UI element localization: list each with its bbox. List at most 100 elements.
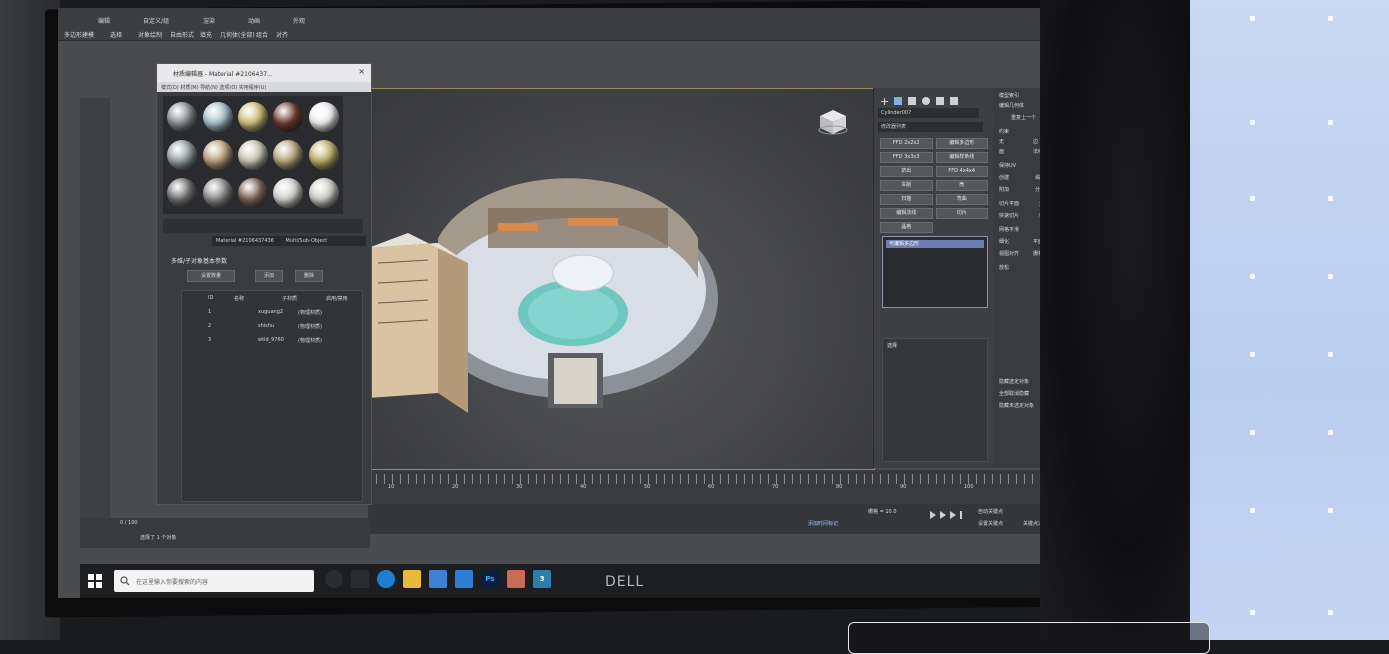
modifier-button[interactable]: FFD 2x2x2 (880, 138, 933, 149)
row-submaterial[interactable]: (物理材质) (298, 337, 322, 344)
panel-button[interactable]: 快速切片 (999, 212, 1019, 219)
panel-button[interactable]: 细化 (999, 238, 1009, 245)
panel-button[interactable]: 放松 (999, 264, 1009, 271)
modifier-button[interactable]: 编辑样条线 (935, 152, 988, 163)
modifier-button[interactable]: 车削 (880, 180, 933, 191)
table-row[interactable]: 2 shishu (物理材质) (186, 321, 356, 332)
material-toolbar[interactable] (163, 219, 363, 233)
material-slot[interactable] (202, 139, 233, 170)
viewcube-icon[interactable] (818, 108, 848, 136)
command-panel-tabs[interactable]: + (878, 92, 988, 108)
panel-button[interactable]: 网格平滑 (999, 226, 1019, 233)
file-explorer-icon[interactable] (403, 570, 421, 588)
radio-option[interactable]: 边 (1033, 138, 1038, 145)
material-slot[interactable] (308, 178, 339, 209)
timeline-ruler[interactable] (368, 474, 1068, 484)
material-slot[interactable] (308, 139, 339, 170)
photoshop-icon[interactable]: Ps (481, 570, 499, 588)
panel-button[interactable]: 全部取消隐藏 (999, 390, 1029, 397)
set-number-button[interactable]: 设置数量 (187, 270, 235, 282)
mail-icon[interactable] (455, 570, 473, 588)
ribbon-tab[interactable]: 选择 (110, 30, 122, 39)
material-slot[interactable] (237, 101, 268, 132)
panel-button[interactable]: 附加 (999, 186, 1009, 193)
modifier-button[interactable]: 编辑法线 (880, 208, 933, 219)
panel-button[interactable]: 切片平面 (999, 200, 1019, 207)
panel-button[interactable]: 隐藏选定对象 (999, 378, 1029, 385)
material-editor-menu[interactable]: 模式(D) 材质(M) 导航(N) 选项(O) 实用程序(U) (157, 82, 371, 92)
task-view-icon[interactable] (351, 570, 369, 588)
material-slot[interactable] (273, 178, 304, 209)
ribbon-tab[interactable]: 多边形建模 (64, 30, 94, 39)
set-key-button[interactable]: 设置关键点 (978, 520, 1003, 527)
modifier-button[interactable]: 弯曲 (935, 194, 988, 205)
playback-controls-icon[interactable] (928, 510, 968, 520)
store-icon[interactable] (429, 570, 447, 588)
app-icon[interactable] (507, 570, 525, 588)
material-slot[interactable] (167, 178, 198, 209)
modifier-list-dropdown[interactable]: 修改器列表 (878, 122, 983, 132)
material-slot[interactable] (167, 139, 198, 170)
panel-button[interactable]: 创建 (999, 174, 1009, 181)
radio-option[interactable]: 面 (999, 148, 1004, 155)
modifier-button[interactable]: 挤出 (880, 166, 933, 177)
panel-button[interactable]: 视图对齐 (999, 250, 1019, 257)
cortana-icon[interactable] (325, 570, 343, 588)
object-name-field[interactable]: Cylinder007 (878, 108, 979, 118)
rollout-title[interactable]: 选择 (887, 342, 897, 349)
menu-item[interactable]: 外观 (293, 16, 305, 25)
column-header: 名称 (234, 296, 245, 302)
menu-item[interactable]: 动画 (248, 16, 260, 25)
3dsmax-icon[interactable]: 3 (533, 570, 551, 588)
menu-item[interactable]: 渲染 (203, 16, 215, 25)
panel-button[interactable]: 隐藏未选定对象 (999, 402, 1034, 409)
material-name-field[interactable]: Material #2106437436 Multi/Sub-Object (212, 236, 366, 246)
modifier-stack-item[interactable]: 可编辑多边形 (886, 240, 984, 248)
row-id: 1 (208, 309, 212, 315)
close-icon[interactable]: × (358, 67, 365, 76)
radio-option[interactable]: 无 (999, 138, 1004, 145)
modifier-button[interactable]: 扫描 (880, 194, 933, 205)
panel-button[interactable]: 重复上一个 (1011, 114, 1036, 121)
ribbon-tab[interactable]: 对齐 (276, 30, 288, 39)
menu-item[interactable]: 自定义/组 (143, 16, 169, 25)
material-slot[interactable] (202, 178, 233, 209)
material-slot[interactable] (273, 139, 304, 170)
panel-label[interactable]: 模型索引 (999, 92, 1019, 99)
modifier-button[interactable]: 切片 (935, 208, 988, 219)
row-submaterial[interactable]: (物理材质) (298, 309, 322, 316)
ribbon-tab[interactable]: 组合 (256, 30, 268, 39)
edge-browser-icon[interactable] (377, 570, 395, 588)
menu-item[interactable]: 编辑 (98, 16, 110, 25)
material-slot[interactable] (202, 101, 233, 132)
table-row[interactable]: 1 xuguang2 (物理材质) (186, 307, 356, 318)
ribbon-tab[interactable]: 填充 (200, 30, 212, 39)
material-slot[interactable] (237, 178, 268, 209)
row-submaterial[interactable]: (物理材质) (298, 323, 322, 330)
auto-key-button[interactable]: 自动关键点 (978, 508, 1003, 515)
timeline[interactable]: 10 20 30 40 50 60 70 80 90 100 (368, 470, 1068, 504)
table-row[interactable]: 3 wtid_9760 (物理材质) (186, 335, 356, 346)
material-editor-titlebar[interactable]: 材质编辑器 - Material #2106437... × (157, 64, 371, 82)
material-slot[interactable] (237, 139, 268, 170)
material-slot[interactable] (308, 101, 339, 132)
modifier-button[interactable]: 晶格 (880, 222, 933, 233)
checkbox[interactable]: 保持UV (999, 162, 1016, 169)
modifier-button[interactable]: FFD 4x4x4 (935, 166, 988, 177)
delete-button[interactable]: 删除 (295, 270, 323, 282)
material-slot[interactable] (273, 101, 304, 132)
ribbon-tab[interactable]: 几何体(全部) (220, 30, 255, 39)
3d-circular-building-model[interactable] (368, 168, 788, 428)
ribbon-tab[interactable]: 自由形式 (170, 30, 194, 39)
add-button[interactable]: 添加 (255, 270, 283, 282)
modifier-button[interactable]: 编辑多边形 (935, 138, 988, 149)
add-time-tag[interactable]: 添加时间标记 (808, 520, 838, 527)
modifier-button[interactable]: 壳 (935, 180, 988, 191)
rollout-header[interactable]: 多维/子对象基本参数 (171, 256, 361, 266)
modifier-button[interactable]: FFD 3x3x3 (880, 152, 933, 163)
windows-start-icon[interactable] (88, 574, 102, 588)
taskbar-search-input[interactable]: 在这里输入你要搜索的内容 (114, 570, 314, 592)
ribbon-tab[interactable]: 对象绘制 (138, 30, 162, 39)
material-slot[interactable] (167, 101, 198, 132)
panel-label[interactable]: 编辑几何体 (999, 102, 1024, 109)
